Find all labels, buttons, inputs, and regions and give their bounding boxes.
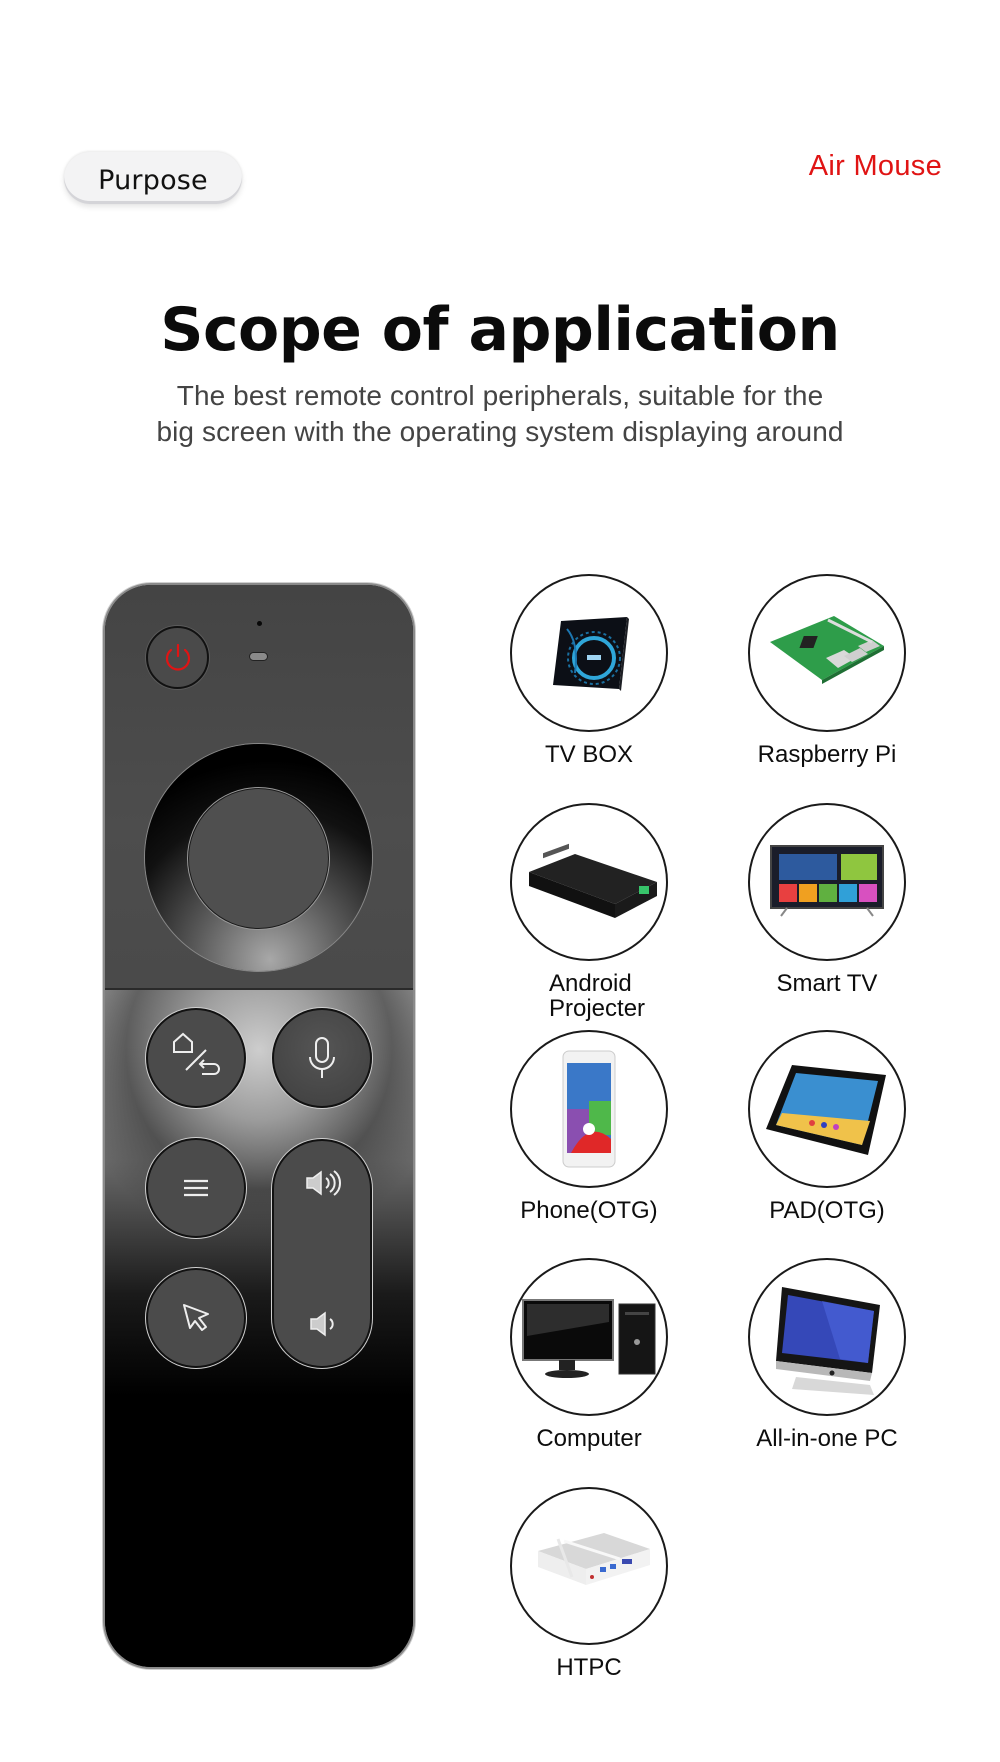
power-icon xyxy=(165,643,190,671)
remote-lower-panel xyxy=(105,990,413,1667)
smart-tv-icon xyxy=(770,845,884,917)
projector-icon xyxy=(529,843,657,918)
device-computer: Computer xyxy=(489,1258,689,1478)
device-label: All-in-one PC xyxy=(756,1425,898,1452)
menu-icon xyxy=(184,1179,208,1197)
air-mouse-remote xyxy=(105,585,413,1667)
device-label: Phone(OTG) xyxy=(520,1197,658,1224)
device-label: Computer xyxy=(536,1425,642,1452)
device-smart-tv: Smart TV xyxy=(727,803,927,1023)
device-label: PAD(OTG) xyxy=(769,1197,885,1224)
device-raspberry-pi: Raspberry Pi xyxy=(727,574,927,794)
tv-box-icon xyxy=(553,617,629,691)
device-image-frame xyxy=(510,574,668,732)
page-title: Scope of application xyxy=(160,295,840,365)
device-image-frame xyxy=(510,803,668,961)
volume-rocker xyxy=(272,1139,372,1368)
device-image-frame xyxy=(748,803,906,961)
device-label: Raspberry Pi xyxy=(757,741,897,768)
device-image-frame xyxy=(748,574,906,732)
power-button xyxy=(146,626,209,689)
device-all-in-one-pc: All-in-one PC xyxy=(727,1258,927,1478)
device-label: HTPC xyxy=(556,1654,622,1681)
tablet-icon xyxy=(766,1065,886,1155)
device-android-projector: Android Projecter xyxy=(489,803,689,1023)
subtitle-line-2: big screen with the operating system dis… xyxy=(156,416,844,447)
volume-down-button xyxy=(274,1304,370,1344)
volume-down-icon xyxy=(310,1311,334,1337)
microphone-icon xyxy=(309,1037,335,1078)
menu-button xyxy=(146,1138,246,1238)
remote-upper-panel xyxy=(105,585,413,990)
device-pad-otg: PAD(OTG) xyxy=(727,1030,927,1250)
microphone-hole xyxy=(257,621,262,626)
desktop-computer-icon xyxy=(522,1299,656,1378)
device-image-frame xyxy=(748,1030,906,1188)
product-name: Air Mouse xyxy=(808,150,942,182)
cursor-icon xyxy=(183,1304,209,1331)
device-phone-otg: Phone(OTG) xyxy=(489,1030,689,1250)
device-tv-box: TV BOX xyxy=(489,574,689,794)
voice-button xyxy=(272,1008,372,1108)
device-htpc: HTPC xyxy=(489,1487,689,1707)
volume-up-button xyxy=(274,1163,370,1203)
device-image-frame xyxy=(748,1258,906,1416)
purpose-tag: Purpose xyxy=(64,152,242,204)
home-back-button xyxy=(146,1008,246,1108)
subtitle-line-1: The best remote control peripherals, sui… xyxy=(176,380,824,411)
phone-icon xyxy=(562,1050,616,1168)
purpose-tag-label: Purpose xyxy=(98,164,208,196)
device-image-frame xyxy=(510,1258,668,1416)
all-in-one-pc-icon xyxy=(776,1287,880,1395)
device-image-frame xyxy=(510,1487,668,1645)
home-back-icon xyxy=(173,1032,220,1075)
dpad-ok-button xyxy=(189,789,328,928)
mouse-mode-button xyxy=(146,1268,246,1368)
device-image-frame xyxy=(510,1030,668,1188)
device-label: TV BOX xyxy=(544,741,634,768)
raspberry-pi-icon xyxy=(770,616,884,684)
device-label: Smart TV xyxy=(776,970,878,997)
volume-up-icon xyxy=(306,1170,341,1196)
htpc-icon xyxy=(538,1533,650,1585)
indicator-led xyxy=(249,652,268,661)
device-label: Android Projecter xyxy=(549,970,646,1022)
